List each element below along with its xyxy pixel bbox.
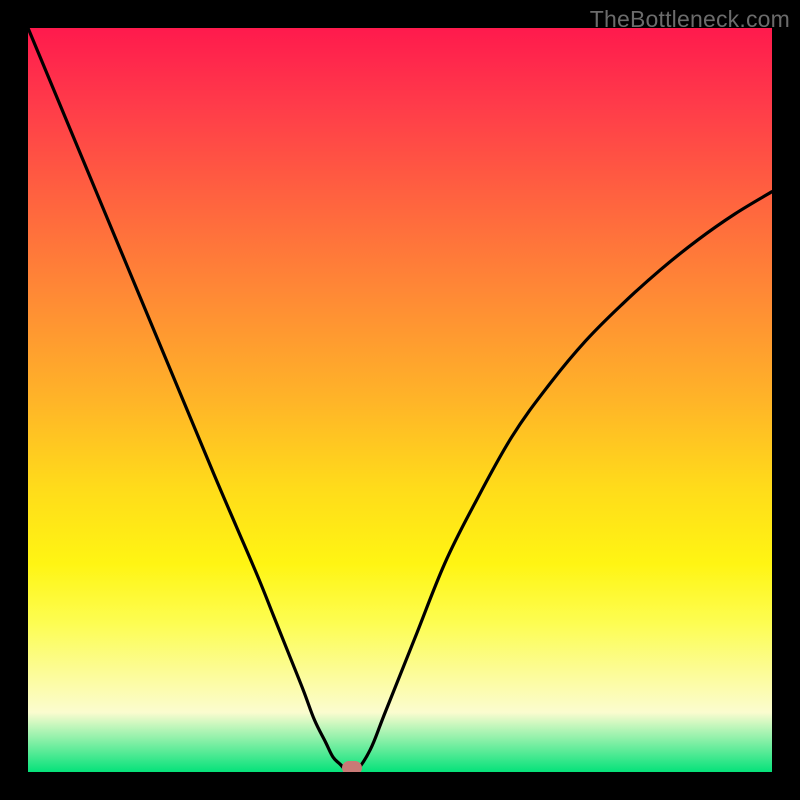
curve-svg bbox=[28, 28, 772, 772]
bottleneck-curve-path bbox=[28, 28, 772, 772]
chart-frame: TheBottleneck.com bbox=[0, 0, 800, 800]
plot-area bbox=[28, 28, 772, 772]
optimum-marker bbox=[342, 761, 362, 772]
